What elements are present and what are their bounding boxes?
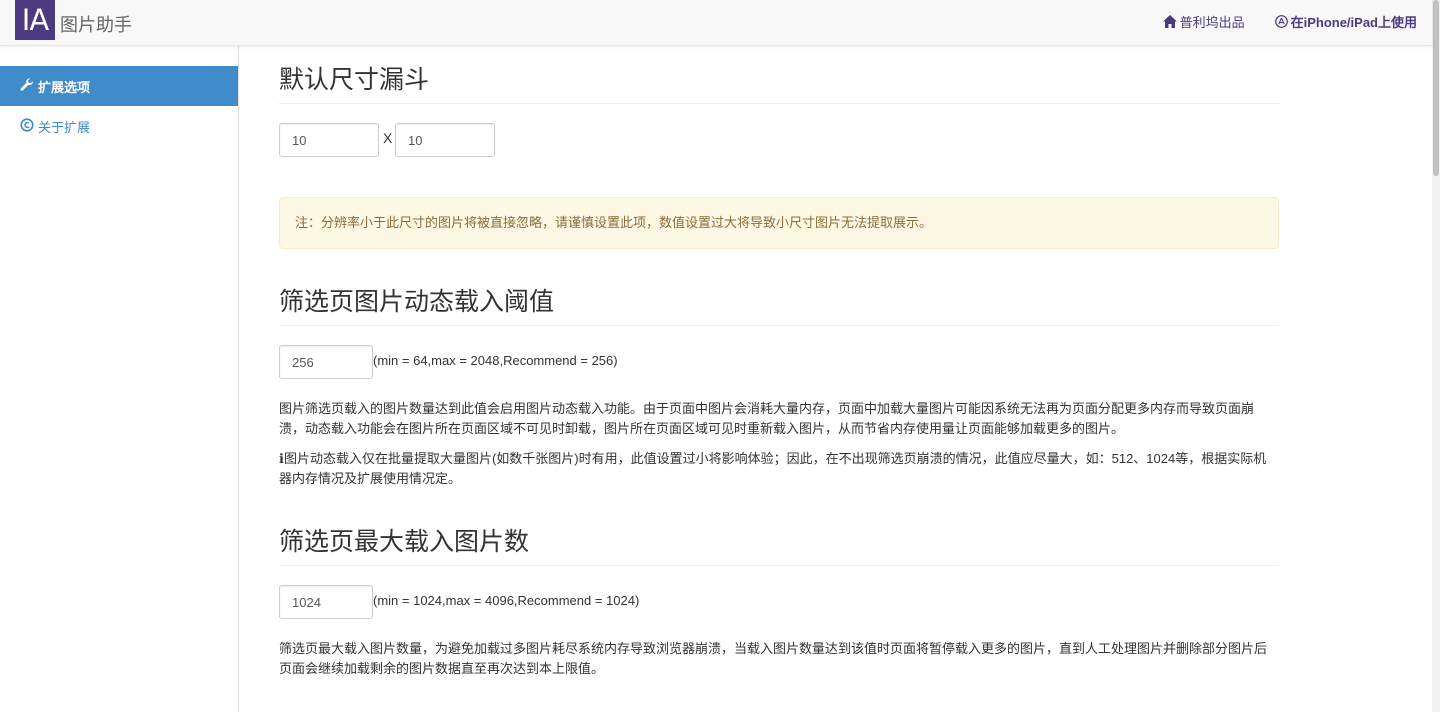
- ios-link-label: 在iPhone/iPad上使用: [1290, 15, 1417, 30]
- nav-links: 普利坞出品 在iPhone/iPad上使用: [1162, 12, 1417, 31]
- sidebar-item-label: 扩展选项: [38, 79, 91, 95]
- section-title-max-load: 筛选页最大载入图片数: [279, 528, 1279, 566]
- home-icon: [1162, 15, 1177, 28]
- section-title-dynamic-load: 筛选页图片动态载入阈值: [279, 288, 1279, 326]
- section-title-size-filter: 默认尺寸漏斗: [279, 66, 1279, 104]
- page-scrollbar[interactable]: [1432, 0, 1440, 712]
- app-store-icon: [1274, 15, 1288, 28]
- dynamic-load-description: 图片筛选页载入的图片数量达到此值会启用图片动态载入功能。由于页面中图片会消耗大量…: [279, 401, 1255, 436]
- wrench-icon: [20, 77, 34, 95]
- max-load-description: 筛选页最大载入图片数量，为避免加载过多图片耗尽系统内存导致浏览器崩溃，当载入图片…: [279, 641, 1268, 676]
- size-separator: X: [383, 130, 393, 146]
- min-height-input[interactable]: [395, 123, 495, 157]
- copyright-icon: [20, 117, 34, 135]
- app-logo[interactable]: IA: [15, 0, 55, 40]
- size-filter-note: 注：分辨率小于此尺寸的图片将被直接忽略，请谨慎设置此项，数值设置过大将导致小尺寸…: [279, 197, 1279, 249]
- sidebar-item-label: 关于扩展: [38, 119, 91, 135]
- dynamic-load-threshold-input[interactable]: [279, 345, 373, 379]
- top-navbar: IA 图片助手 普利坞出品 在iPhone/iPad上使用: [0, 0, 1432, 46]
- scrollbar-thumb[interactable]: [1433, 0, 1439, 176]
- max-load-input[interactable]: [279, 585, 373, 619]
- sidebar: 扩展选项 关于扩展: [0, 46, 239, 712]
- main-content: 默认尺寸漏斗 X 注：分辨率小于此尺寸的图片将被直接忽略，请谨慎设置此项，数值设…: [279, 0, 1279, 712]
- dynamic-load-tip-text: 图片动态载入仅在批量提取大量图片(如数千张图片)时有用，此值设置过小将影响体验；…: [279, 451, 1267, 486]
- dynamic-load-tip: ℹ图片动态载入仅在批量提取大量图片(如数千张图片)时有用，此值设置过小将影响体验…: [279, 449, 1279, 489]
- home-link-label: 普利坞出品: [1179, 15, 1245, 30]
- app-title[interactable]: 图片助手: [60, 11, 132, 37]
- home-link[interactable]: 普利坞出品: [1162, 12, 1245, 31]
- max-load-range-hint: (min = 1024,max = 4096,Recommend = 1024): [373, 593, 640, 608]
- sidebar-item-options[interactable]: 扩展选项: [0, 66, 238, 106]
- sidebar-item-about[interactable]: 关于扩展: [0, 106, 238, 146]
- ios-link[interactable]: 在iPhone/iPad上使用: [1274, 12, 1417, 31]
- min-width-input[interactable]: [279, 123, 379, 157]
- dynamic-load-range-hint: (min = 64,max = 2048,Recommend = 256): [373, 353, 618, 368]
